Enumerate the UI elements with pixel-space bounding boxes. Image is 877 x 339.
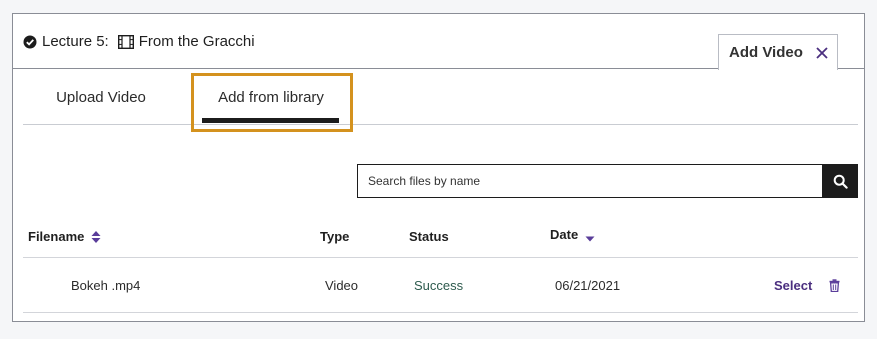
add-video-tab[interactable]: Add Video — [718, 34, 838, 70]
tab-upload-video[interactable]: Upload Video — [51, 70, 151, 124]
add-video-panel: Lecture 5: From the Gracchi Add Video Up… — [12, 13, 865, 322]
column-date[interactable]: Date — [550, 227, 595, 242]
close-icon[interactable] — [815, 46, 829, 60]
file-table: Filename Type Status Date Bokeh .mp4 Vid… — [23, 219, 858, 313]
sort-down-icon[interactable] — [585, 236, 595, 242]
search-button[interactable] — [822, 164, 858, 198]
sort-both-icon[interactable] — [91, 230, 101, 244]
tab-upload-video-label: Upload Video — [56, 88, 146, 106]
delete-button[interactable] — [829, 279, 840, 295]
source-tabs: Upload Video Add from library — [23, 70, 858, 132]
file-search — [357, 164, 858, 198]
check-circle-icon — [23, 35, 37, 49]
select-link[interactable]: Select — [774, 278, 812, 293]
table-header: Filename Type Status Date — [23, 219, 858, 258]
trash-icon — [829, 279, 840, 292]
table-row: Bokeh .mp4 Video Success 06/21/2021 Sele… — [23, 258, 858, 313]
add-video-tab-label: Add Video — [729, 44, 803, 61]
lecture-prefix: Lecture 5: — [42, 33, 109, 50]
lecture-header: Lecture 5: From the Gracchi — [23, 33, 255, 50]
tab-add-from-library[interactable]: Add from library — [191, 70, 351, 124]
tab-add-from-library-label: Add from library — [218, 88, 324, 106]
column-status: Status — [409, 229, 449, 244]
lecture-title: From the Gracchi — [138, 33, 255, 50]
column-filename-label: Filename — [28, 229, 85, 244]
column-type: Type — [320, 229, 349, 244]
cell-type: Video — [325, 278, 359, 293]
search-icon — [833, 174, 848, 189]
cell-status: Success — [414, 278, 464, 293]
film-icon — [117, 34, 134, 49]
active-tab-indicator — [202, 118, 339, 123]
cell-filename: Bokeh .mp4 — [71, 278, 141, 293]
column-filename[interactable]: Filename — [28, 229, 101, 244]
column-type-label: Type — [320, 229, 350, 244]
column-date-label: Date — [550, 227, 579, 242]
cell-date: 06/21/2021 — [555, 278, 621, 293]
search-input[interactable] — [357, 164, 822, 198]
column-status-label: Status — [409, 229, 449, 244]
